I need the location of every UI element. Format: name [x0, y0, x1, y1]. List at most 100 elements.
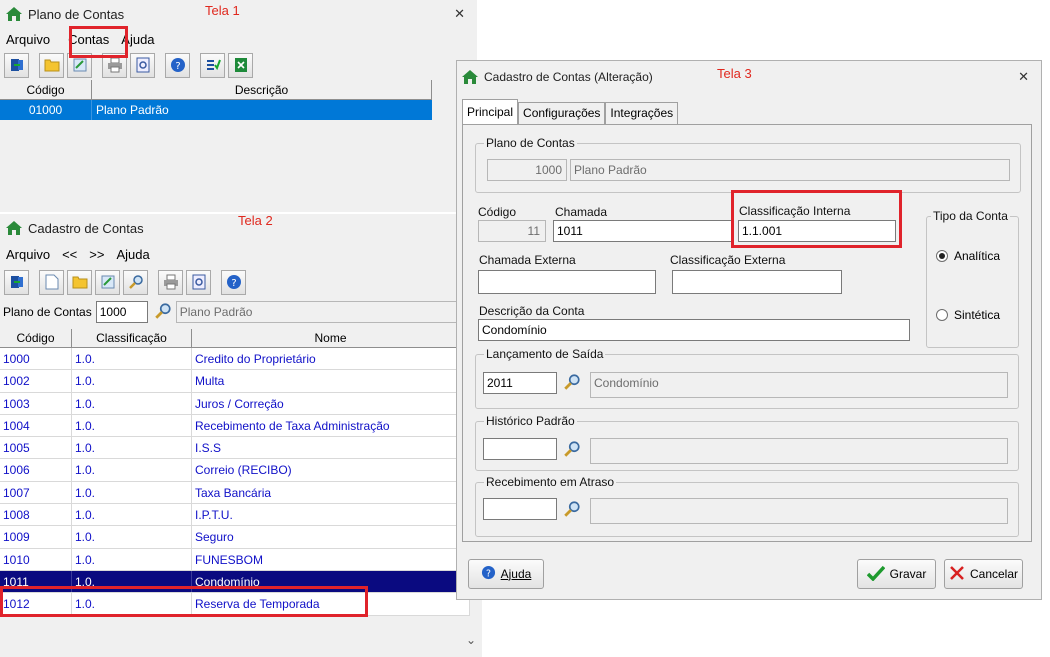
chamada-externa-field[interactable]	[478, 270, 656, 294]
plano-row[interactable]: 01000 Plano Padrão	[0, 100, 432, 120]
edit-icon	[101, 275, 114, 289]
lancamento-name-field: Condomínio	[590, 372, 1008, 398]
table-row[interactable]: 1003 1.0. Juros / Correção	[0, 392, 470, 415]
help-icon: ?	[170, 58, 185, 72]
col-descricao[interactable]: Descrição	[92, 80, 432, 99]
preview-button[interactable]	[186, 269, 211, 295]
table-cell-nome: Recebimento de Taxa Administração	[192, 414, 470, 437]
scroll-down-icon[interactable]: ⌄	[466, 633, 476, 647]
table-cell-nome: Seguro	[192, 526, 470, 548]
gravar-button-label: Gravar	[889, 567, 927, 581]
radio-sintetica[interactable]: Sintética	[936, 308, 1000, 322]
folder-icon	[44, 59, 59, 72]
condominio-row-highlight	[0, 586, 368, 617]
radio-analitica[interactable]: Analítica	[936, 249, 1000, 263]
folder-icon	[72, 276, 87, 289]
historico-search-icon[interactable]	[563, 440, 581, 461]
table-row[interactable]: 1008 1.0. I.P.T.U.	[0, 504, 470, 527]
new-button[interactable]	[39, 269, 64, 295]
table-cell-classificacao: 1.0.	[72, 414, 192, 437]
help-icon: ?	[481, 565, 496, 583]
plano-filter-input[interactable]: 1000	[95, 301, 148, 323]
plano-window-title: Plano de Contas	[28, 6, 125, 22]
table-row[interactable]: 1007 1.0. Taxa Bancária	[0, 481, 470, 505]
tela1-label: Tela 1	[205, 3, 240, 18]
radio-analitica-button[interactable]	[936, 250, 948, 262]
radio-sintetica-button[interactable]	[936, 309, 948, 321]
col-nome[interactable]: Nome	[192, 329, 470, 347]
menu-arquivo[interactable]: Arquivo	[0, 32, 56, 47]
col-codigo[interactable]: Código	[0, 80, 92, 99]
classificacao-externa-label: Classificação Externa	[670, 253, 786, 267]
plano-number-field: 1000	[487, 159, 567, 181]
col-codigo[interactable]: Código	[0, 329, 72, 347]
ajuda-button-label: Ajuda	[500, 567, 532, 581]
table-cell-codigo: 1002	[0, 370, 72, 392]
table-row[interactable]: 1009 1.0. Seguro	[0, 526, 470, 549]
search-icon[interactable]	[154, 302, 172, 323]
radio-analitica-label: Analítica	[954, 249, 1001, 263]
exit-icon	[10, 59, 23, 71]
help-button[interactable]: ?	[221, 269, 246, 295]
plano-row-descricao: Plano Padrão	[96, 103, 169, 117]
historico-group-label: Histórico Padrão	[484, 414, 577, 428]
tela3-label: Tela 3	[717, 66, 752, 81]
lancamento-code-field[interactable]: 2011	[483, 372, 557, 394]
ajuda-button[interactable]: ? Ajuda	[468, 559, 544, 589]
table-cell-nome: Taxa Bancária	[192, 481, 470, 504]
atraso-search-icon[interactable]	[563, 500, 581, 521]
chamada-field[interactable]: 1011	[553, 220, 733, 242]
table-cell-classificacao: 1.0.	[72, 548, 192, 570]
close-icon[interactable]: ✕	[1018, 69, 1029, 85]
classificacao-interna-highlight	[731, 190, 902, 248]
descricao-label: Descrição da Conta	[479, 304, 585, 318]
help-button[interactable]: ?	[165, 52, 190, 78]
menu-next[interactable]: >>	[83, 247, 110, 262]
table-cell-codigo: 1005	[0, 437, 72, 459]
atraso-code-field[interactable]	[483, 498, 557, 520]
descricao-field[interactable]: Condomínio	[478, 319, 910, 341]
menu-arquivo[interactable]: Arquivo	[0, 247, 56, 262]
cancelar-button[interactable]: Cancelar	[944, 559, 1023, 589]
table-cell-classificacao: 1.0.	[72, 459, 192, 481]
exit-button[interactable]	[4, 269, 29, 295]
plano-filter-bar: Plano de Contas 1000 Plano Padrão	[0, 298, 482, 326]
tab-configuracoes[interactable]: Configurações	[518, 102, 606, 124]
historico-code-field[interactable]	[483, 438, 557, 460]
table-cell-nome: Multa	[192, 370, 470, 392]
checklist-button[interactable]	[200, 52, 225, 78]
table-cell-classificacao: 1.0.	[72, 392, 192, 414]
table-row[interactable]: 1002 1.0. Multa	[0, 370, 470, 393]
codigo-label: Código	[478, 205, 517, 219]
menu-prev[interactable]: <<	[56, 247, 83, 262]
print-button[interactable]	[158, 269, 183, 295]
table-row[interactable]: 1004 1.0. Recebimento de Taxa Administraçã…	[0, 414, 470, 438]
plano-name-field: Plano Padrão	[570, 159, 1010, 181]
classificacao-externa-field[interactable]	[672, 270, 842, 294]
exit-button[interactable]	[4, 52, 29, 78]
svg-text:?: ?	[175, 61, 180, 72]
open-button[interactable]	[39, 52, 64, 78]
open-button[interactable]	[67, 269, 92, 295]
home-icon	[6, 221, 22, 235]
table-row[interactable]: 1005 1.0. I.S.S	[0, 437, 470, 460]
home-icon	[462, 70, 478, 84]
lancamento-search-icon[interactable]	[563, 373, 581, 394]
close-icon[interactable]: ✕	[454, 6, 465, 22]
table-cell-classificacao: 1.0.	[72, 437, 192, 459]
preview-button[interactable]	[130, 52, 155, 78]
table-row[interactable]: 1006 1.0. Correio (RECIBO)	[0, 459, 470, 482]
col-classificacao[interactable]: Classificação	[72, 329, 192, 347]
tab-principal[interactable]: Principal	[462, 99, 519, 125]
search-button[interactable]	[123, 269, 148, 295]
table-row[interactable]: 1010 1.0. FUNESBOM	[0, 548, 470, 571]
table-cell-codigo: 1006	[0, 459, 72, 481]
table-row[interactable]: 1000 1.0. Credito do Proprietário	[0, 348, 470, 371]
excel-button[interactable]	[228, 52, 253, 78]
gravar-button[interactable]: Gravar	[857, 559, 936, 589]
edit-button[interactable]	[95, 269, 120, 295]
svg-text:?: ?	[486, 568, 491, 579]
menu-ajuda[interactable]: Ajuda	[110, 247, 155, 262]
contas-grid-header: Código Classificação Nome	[0, 329, 470, 348]
tab-integracoes[interactable]: Integrações	[605, 102, 679, 124]
